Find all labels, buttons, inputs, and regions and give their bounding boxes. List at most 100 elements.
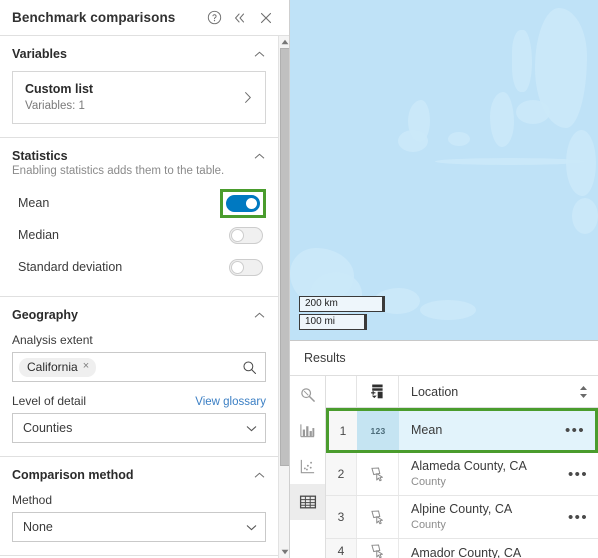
method-select[interactable]: None: [12, 512, 266, 542]
chevron-up-icon[interactable]: [252, 149, 266, 163]
header-location[interactable]: Location: [399, 376, 598, 407]
level-of-detail-select[interactable]: Counties: [12, 413, 266, 443]
row-location-text: Alpine County, CA County: [411, 502, 568, 532]
row-location-sub: County: [411, 476, 446, 488]
page-title: Benchmark comparisons: [12, 10, 176, 25]
row-options-icon[interactable]: •••: [565, 423, 585, 438]
level-of-detail-row: Level of detail View glossary: [12, 394, 266, 408]
statistic-label-standard-deviation: Standard deviation: [18, 260, 123, 274]
statistic-label-mean: Mean: [18, 196, 50, 210]
section-comparison-method: Comparison method Method None: [0, 457, 278, 556]
row-location-sub: County: [411, 519, 446, 531]
section-statistics: Statistics Enabling statistics adds them…: [0, 138, 278, 297]
table-row[interactable]: 2 Alameda County, CA County •••: [326, 453, 598, 496]
custom-list-subtitle: Variables: 1: [25, 100, 85, 112]
app-root: Benchmark comparisons Variables Custom l…: [0, 0, 598, 558]
section-variables-header[interactable]: Variables: [12, 46, 266, 62]
standard-deviation-toggle[interactable]: [229, 258, 263, 276]
row-location-name: Alameda County, CA: [411, 459, 527, 473]
scatter-plot-icon[interactable]: [290, 448, 325, 484]
number-field-icon: 123: [357, 411, 399, 450]
row-location-cell: Alameda County, CA County •••: [399, 453, 598, 495]
close-icon[interactable]: ×: [83, 361, 89, 372]
table-row[interactable]: 3 Alpine County, CA County •••: [326, 496, 598, 539]
analysis-extent-search[interactable]: California ×: [12, 352, 266, 382]
custom-list-card[interactable]: Custom list Variables: 1: [12, 71, 266, 124]
row-number: 4: [326, 539, 357, 558]
panel-body: Variables Custom list Variables: 1 Stati…: [0, 36, 289, 558]
view-glossary-link[interactable]: View glossary: [195, 396, 266, 408]
number-field-icon-label: 123: [370, 425, 386, 436]
results-tool-rail: [290, 376, 326, 558]
row-options-icon[interactable]: •••: [568, 510, 588, 525]
custom-list-card-main: Custom list Variables: 1: [25, 81, 241, 114]
header-row-number: [326, 376, 357, 407]
row-location-text: Amador County, CA: [411, 544, 588, 558]
results-header: Results: [290, 341, 598, 376]
statistic-label-median: Median: [18, 228, 59, 242]
scalebar-km: 200 km: [299, 296, 385, 312]
row-location-text: Mean: [411, 423, 565, 438]
map-scalebars: 200 km 100 mi: [299, 296, 385, 332]
section-comparison-method-header[interactable]: Comparison method: [12, 467, 266, 483]
results-table-header: Location: [326, 376, 598, 408]
scroll-down-arrow-icon[interactable]: [279, 546, 289, 558]
section-statistics-header[interactable]: Statistics Enabling statistics adds them…: [12, 148, 266, 185]
level-of-detail-value: Counties: [23, 421, 73, 435]
map-canvas[interactable]: 200 km 100 mi: [290, 0, 598, 340]
standard-deviation-toggle-wrap: [226, 256, 266, 279]
row-number: 3: [326, 496, 357, 538]
polygon-feature-icon: [357, 453, 399, 495]
sort-updown-icon[interactable]: [579, 385, 588, 399]
scrollbar-thumb[interactable]: [280, 48, 289, 466]
panel-scrollbar[interactable]: [278, 36, 289, 558]
chevron-down-icon: [246, 425, 257, 432]
statistic-row-median: Median: [12, 219, 266, 251]
section-geography: Geography Analysis extent California × L…: [0, 297, 278, 457]
section-variables: Variables Custom list Variables: 1: [0, 36, 278, 138]
bar-chart-icon[interactable]: [290, 412, 325, 448]
median-toggle-knob: [231, 228, 244, 242]
row-number: 2: [326, 453, 357, 495]
statistic-row-standard-deviation: Standard deviation: [12, 251, 266, 283]
section-geography-title: Geography: [12, 308, 78, 322]
row-location-cell: Amador County, CA: [399, 539, 598, 558]
chevron-up-icon[interactable]: [252, 47, 266, 61]
results-panel: Results Location 1 123 Mean ••• 2 Alamed…: [290, 340, 598, 558]
results-body: Location 1 123 Mean ••• 2 Alameda County…: [290, 376, 598, 558]
section-geography-header[interactable]: Geography: [12, 307, 266, 323]
panel-header: Benchmark comparisons: [0, 0, 289, 36]
close-icon[interactable]: [253, 5, 279, 31]
mean-toggle-highlight: [220, 188, 266, 218]
row-location-text: Alameda County, CA County: [411, 459, 568, 489]
standard-deviation-toggle-knob: [231, 260, 244, 274]
search-icon[interactable]: [290, 376, 325, 412]
extent-chip-label: California: [27, 359, 78, 374]
collapse-icon[interactable]: [227, 5, 253, 31]
table-row[interactable]: 1 123 Mean •••: [326, 408, 598, 453]
custom-list-title: Custom list: [25, 82, 94, 96]
table-row[interactable]: 4 Amador County, CA: [326, 539, 598, 558]
row-location-name: Alpine County, CA: [411, 502, 513, 516]
scroll-up-arrow-icon[interactable]: [279, 36, 289, 48]
chevron-right-icon[interactable]: [241, 91, 255, 104]
row-location-name: Amador County, CA: [411, 545, 522, 558]
section-comparison-method-title: Comparison method: [12, 468, 134, 482]
row-location-name: Mean: [411, 423, 443, 437]
chevron-up-icon[interactable]: [252, 468, 266, 482]
method-label: Method: [12, 493, 53, 507]
benchmark-comparisons-panel: Benchmark comparisons Variables Custom l…: [0, 0, 290, 558]
table-icon[interactable]: [290, 484, 325, 520]
table-field-icon[interactable]: [357, 376, 399, 407]
mean-toggle-knob: [245, 196, 258, 210]
section-statistics-title: Statistics: [12, 149, 68, 163]
help-icon[interactable]: [201, 5, 227, 31]
extent-chip-california[interactable]: California ×: [19, 357, 97, 377]
mean-toggle[interactable]: [226, 194, 260, 212]
chevron-up-icon[interactable]: [252, 308, 266, 322]
median-toggle[interactable]: [229, 226, 263, 244]
row-number: 1: [329, 411, 357, 450]
chevron-down-icon: [246, 524, 257, 531]
search-icon[interactable]: [242, 360, 257, 375]
row-options-icon[interactable]: •••: [568, 467, 588, 482]
